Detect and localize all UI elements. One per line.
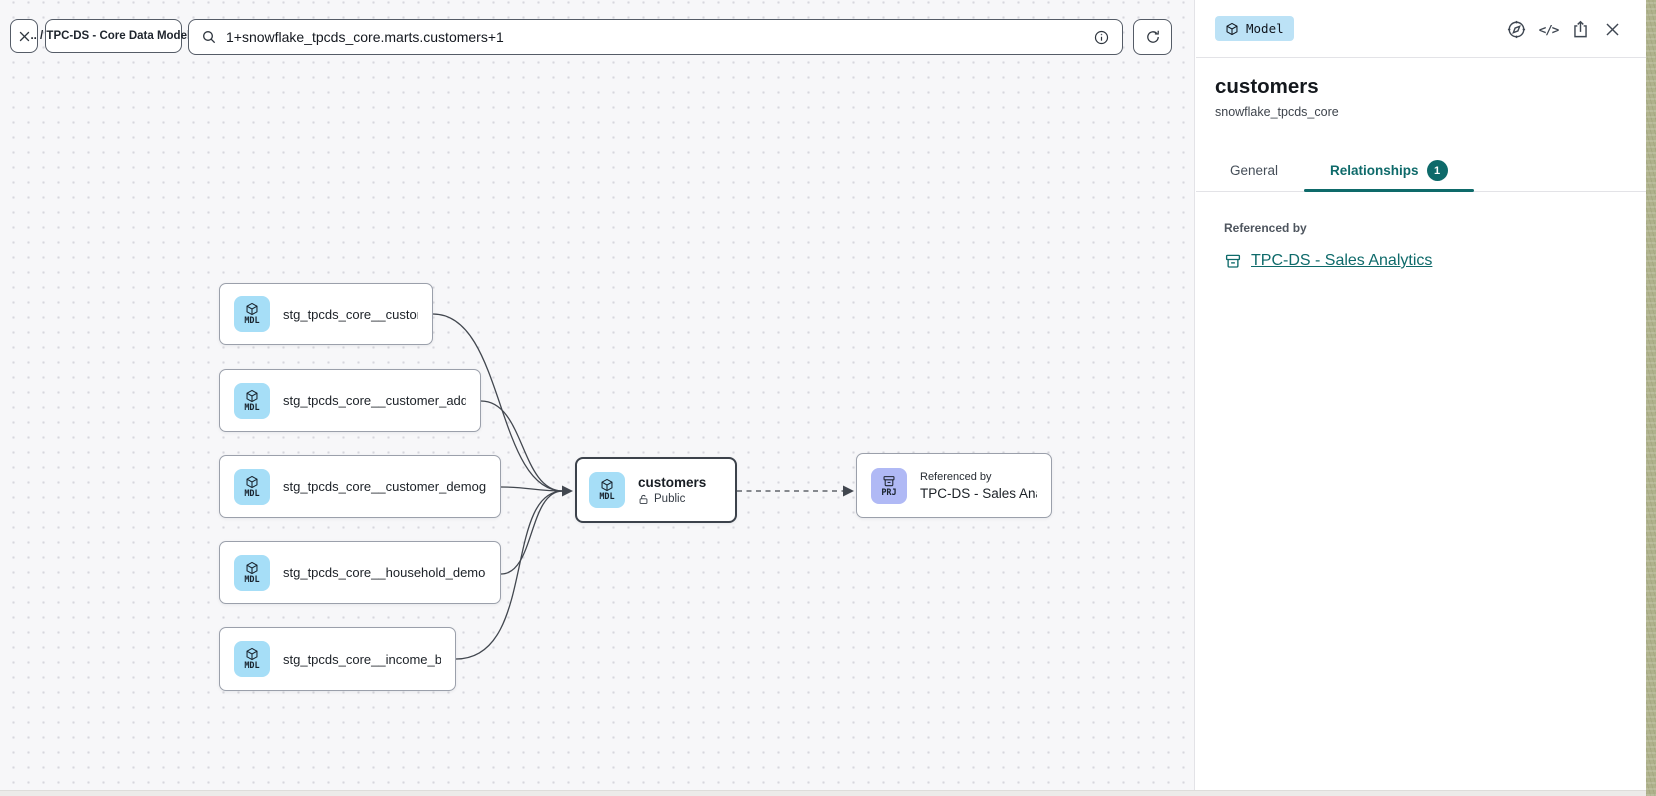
model-cube-icon: [1225, 22, 1239, 36]
close-icon: [17, 29, 32, 44]
window-bottom-edge: [0, 790, 1646, 796]
relationships-count-badge: 1: [1427, 160, 1448, 181]
model-cube-icon: MDL: [234, 555, 270, 591]
node-type-label: MDL: [244, 576, 259, 585]
search-icon: [201, 29, 217, 45]
refresh-lineage-button[interactable]: [1133, 19, 1172, 55]
tab-relationships[interactable]: Relationships 1: [1304, 150, 1474, 191]
model-node-stg-tpcds-core-customer[interactable]: MDL stg_tpcds_core__customer: [219, 283, 433, 345]
share-button[interactable]: [1569, 18, 1592, 41]
node-type-label: MDL: [244, 662, 259, 671]
node-label: stg_tpcds_core__customer_address: [283, 393, 466, 408]
model-node-stg-tpcds-core-income-band[interactable]: MDL stg_tpcds_core__income_band: [219, 627, 456, 691]
node-label: customers: [638, 475, 706, 490]
desktop-wallpaper-edge: [1646, 0, 1656, 796]
close-panel-button[interactable]: [1601, 18, 1624, 41]
lineage-edges: [0, 0, 1195, 796]
explore-lineage-button[interactable]: [1505, 18, 1528, 41]
page-title: customers: [1215, 75, 1627, 99]
tab-label: General: [1230, 163, 1278, 178]
node-kicker: Referenced by: [920, 471, 1037, 483]
node-type-label: MDL: [599, 493, 614, 502]
node-type-label: MDL: [244, 317, 259, 326]
node-label: stg_tpcds_core__household_demogr…: [283, 565, 486, 580]
resource-type-badge: Model: [1215, 16, 1294, 41]
view-code-button[interactable]: </>: [1537, 18, 1560, 41]
referenced-by-label: Referenced by: [1224, 221, 1627, 235]
tab-label: Relationships: [1330, 163, 1419, 178]
info-icon[interactable]: [1093, 29, 1110, 46]
node-label: stg_tpcds_core__income_band: [283, 652, 441, 667]
lineage-selector-input[interactable]: [226, 29, 1084, 45]
refresh-icon: [1145, 29, 1161, 45]
resource-type-label: Model: [1246, 21, 1284, 36]
reference-project-link[interactable]: TPC-DS - Sales Analytics: [1251, 252, 1432, 270]
share-icon: [1571, 20, 1590, 39]
node-type-label: PRJ: [881, 489, 896, 498]
node-type-label: MDL: [244, 490, 259, 499]
details-panel: Model </> customers snowflake_tpcds_core…: [1196, 0, 1646, 796]
node-label: stg_tpcds_core__customer_demogra…: [283, 479, 486, 494]
model-node-stg-tpcds-core-customer-address[interactable]: MDL stg_tpcds_core__customer_address: [219, 369, 481, 432]
close-icon: [1603, 20, 1622, 39]
project-archive-icon: [1224, 252, 1242, 270]
node-visibility: Public: [638, 493, 706, 505]
model-node-customers-selected[interactable]: MDL customers Public: [575, 457, 737, 523]
code-icon: </>: [1539, 22, 1559, 37]
project-archive-icon: PRJ: [871, 468, 907, 504]
compass-icon: [1506, 19, 1527, 40]
node-label: TPC-DS - Sales Analytics: [920, 486, 1037, 501]
model-node-stg-tpcds-core-customer-demographics[interactable]: MDL stg_tpcds_core__customer_demogra…: [219, 455, 501, 518]
breadcrumb[interactable]: .. / TPC-DS - Core Data Models: [45, 19, 182, 53]
unlock-icon: [638, 494, 649, 505]
model-cube-icon: MDL: [234, 383, 270, 419]
schema-subtitle: snowflake_tpcds_core: [1215, 105, 1627, 119]
lineage-selector-bar[interactable]: [188, 19, 1123, 55]
model-node-stg-tpcds-core-household-demographics[interactable]: MDL stg_tpcds_core__household_demogr…: [219, 541, 501, 604]
lineage-canvas[interactable]: MDL stg_tpcds_core__customer MDL stg_tpc…: [0, 0, 1195, 796]
project-node-tpcds-sales-analytics[interactable]: PRJ Referenced by TPC-DS - Sales Analyti…: [856, 453, 1052, 518]
node-type-label: MDL: [244, 404, 259, 413]
node-label: stg_tpcds_core__customer: [283, 307, 418, 322]
model-cube-icon: MDL: [234, 296, 270, 332]
model-cube-icon: MDL: [589, 472, 625, 508]
model-cube-icon: MDL: [234, 469, 270, 505]
breadcrumb-label: .. / TPC-DS - Core Data Models: [30, 30, 196, 42]
model-cube-icon: MDL: [234, 641, 270, 677]
details-panel-header: Model </>: [1196, 0, 1646, 58]
tab-general[interactable]: General: [1204, 150, 1304, 191]
panel-tabs: General Relationships 1: [1196, 150, 1646, 192]
